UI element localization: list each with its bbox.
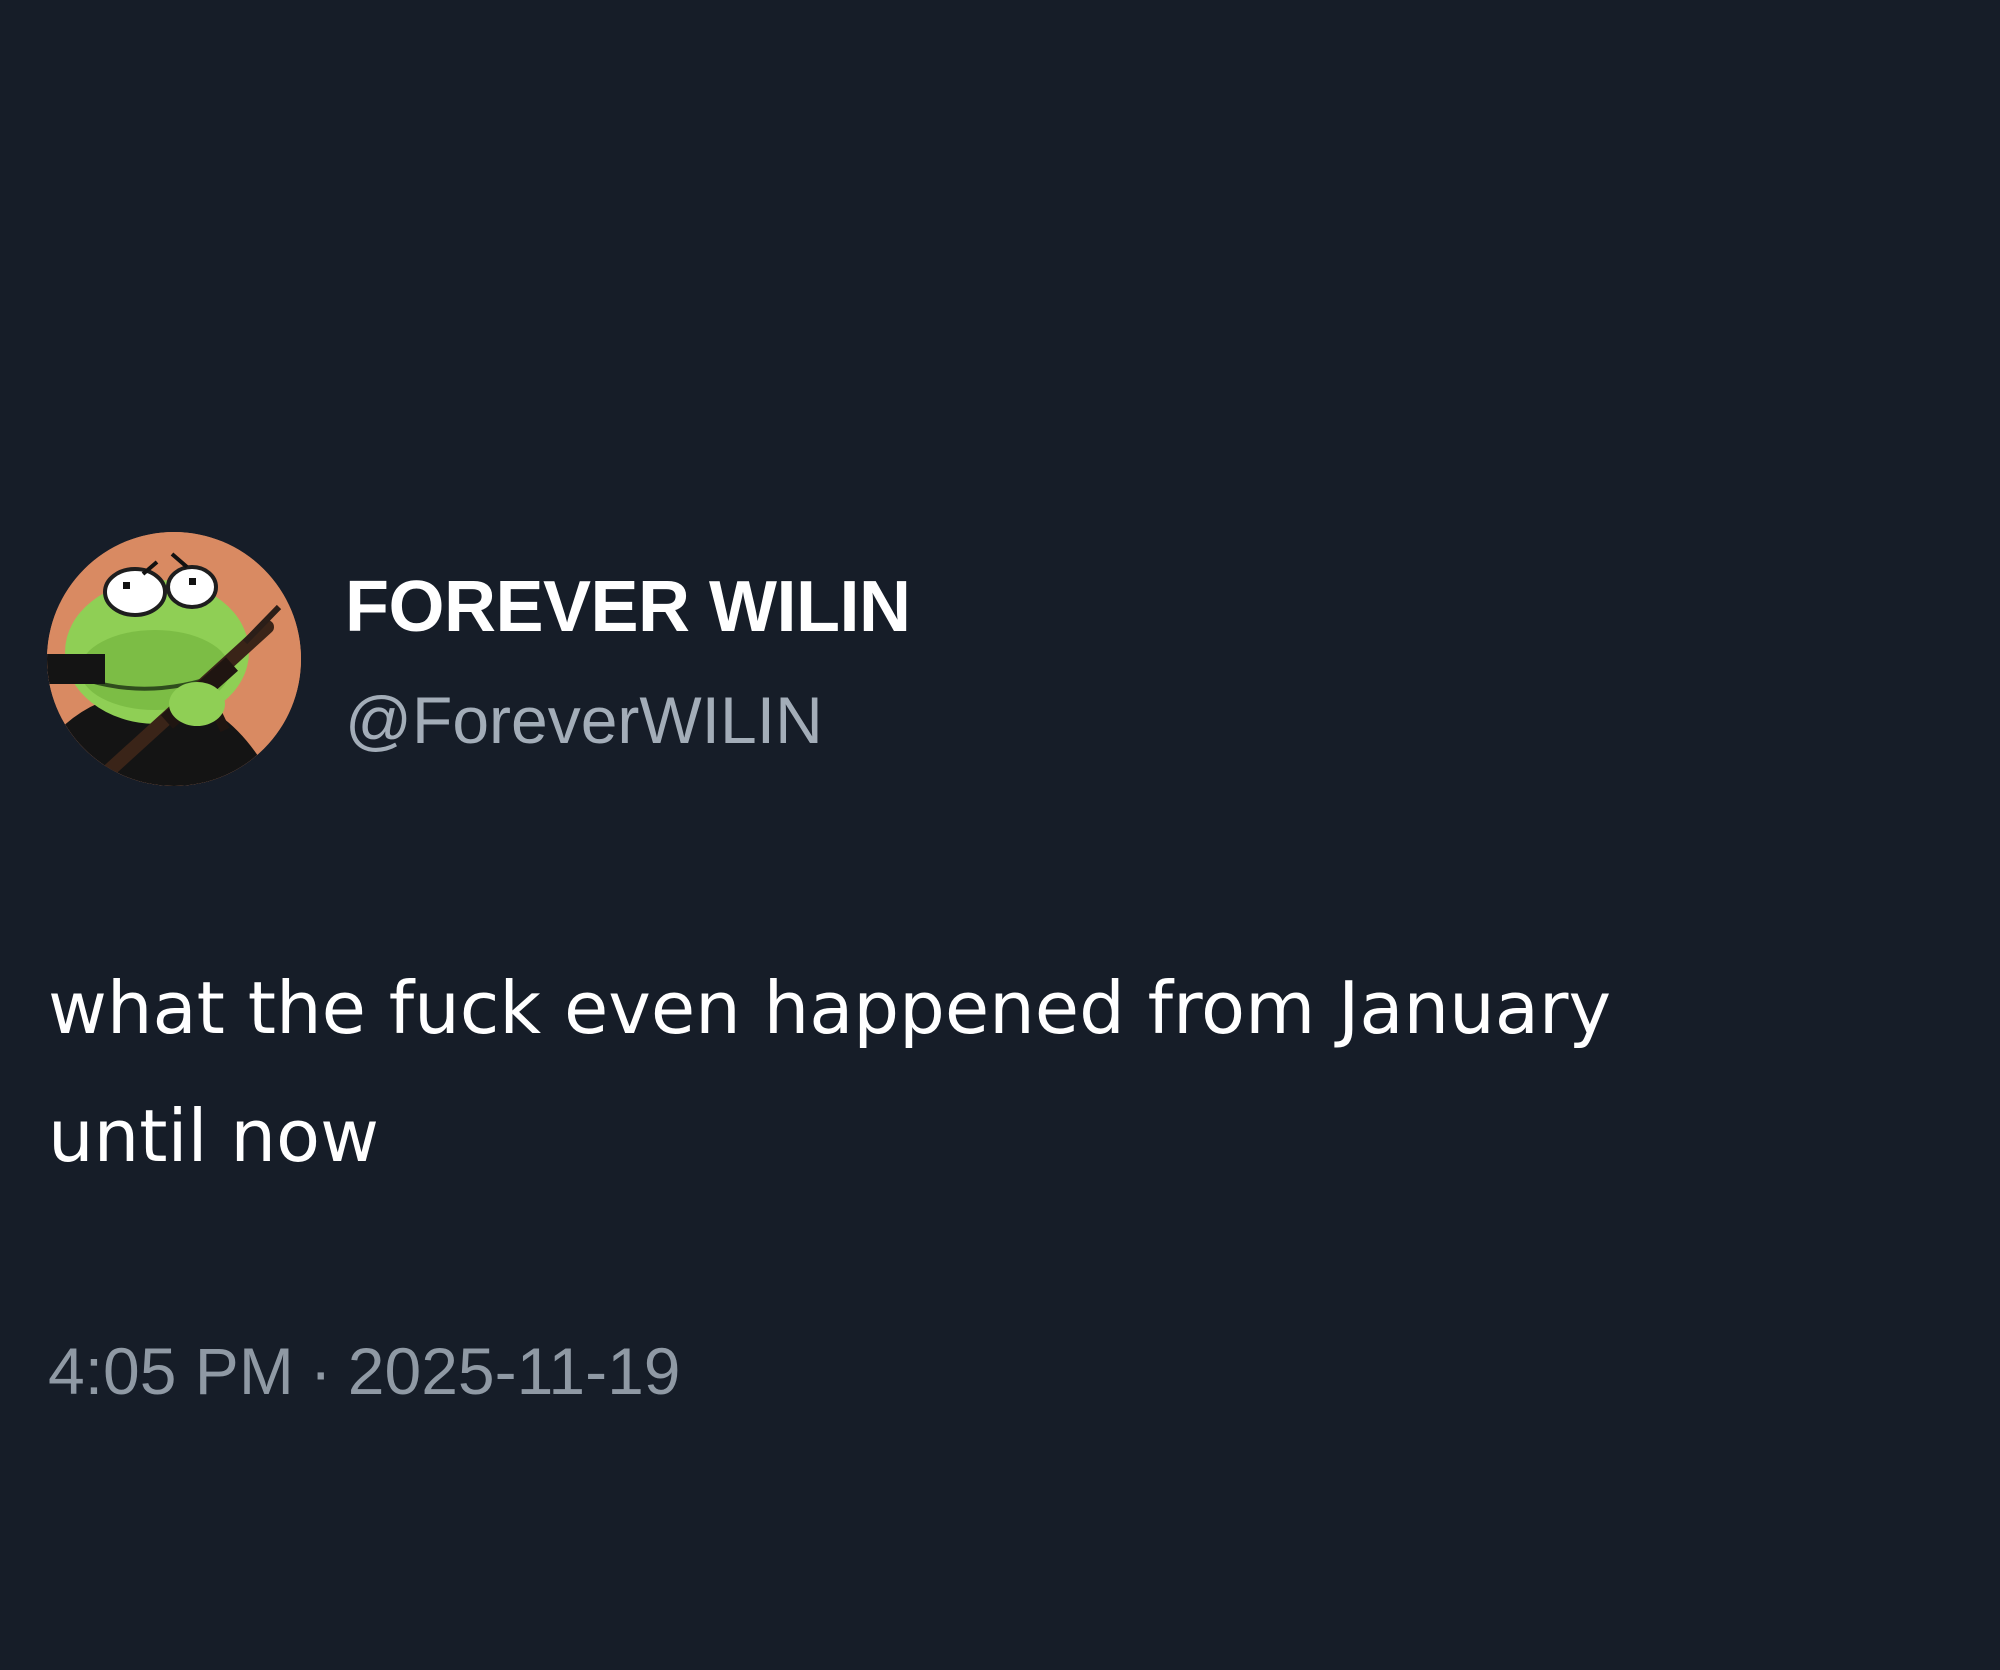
profile-avatar[interactable] <box>47 532 301 786</box>
tweet-time: 4:05 PM <box>48 1334 294 1408</box>
tweet-timestamp[interactable]: 4:05 PM · 2025-11-19 <box>48 1326 681 1416</box>
author-handle[interactable]: @ForeverWILIN <box>345 675 823 765</box>
author-display-name[interactable]: FOREVER WILIN <box>345 562 911 652</box>
tweet-card: FOREVER WILIN @ForeverWILIN what the fuc… <box>0 0 2000 1670</box>
meta-separator: · <box>309 1334 332 1408</box>
tweet-date: 2025-11-19 <box>347 1334 681 1408</box>
tweet-body-text: what the fuck even happened from January… <box>48 966 1612 1178</box>
frog-avatar-icon <box>47 532 301 786</box>
